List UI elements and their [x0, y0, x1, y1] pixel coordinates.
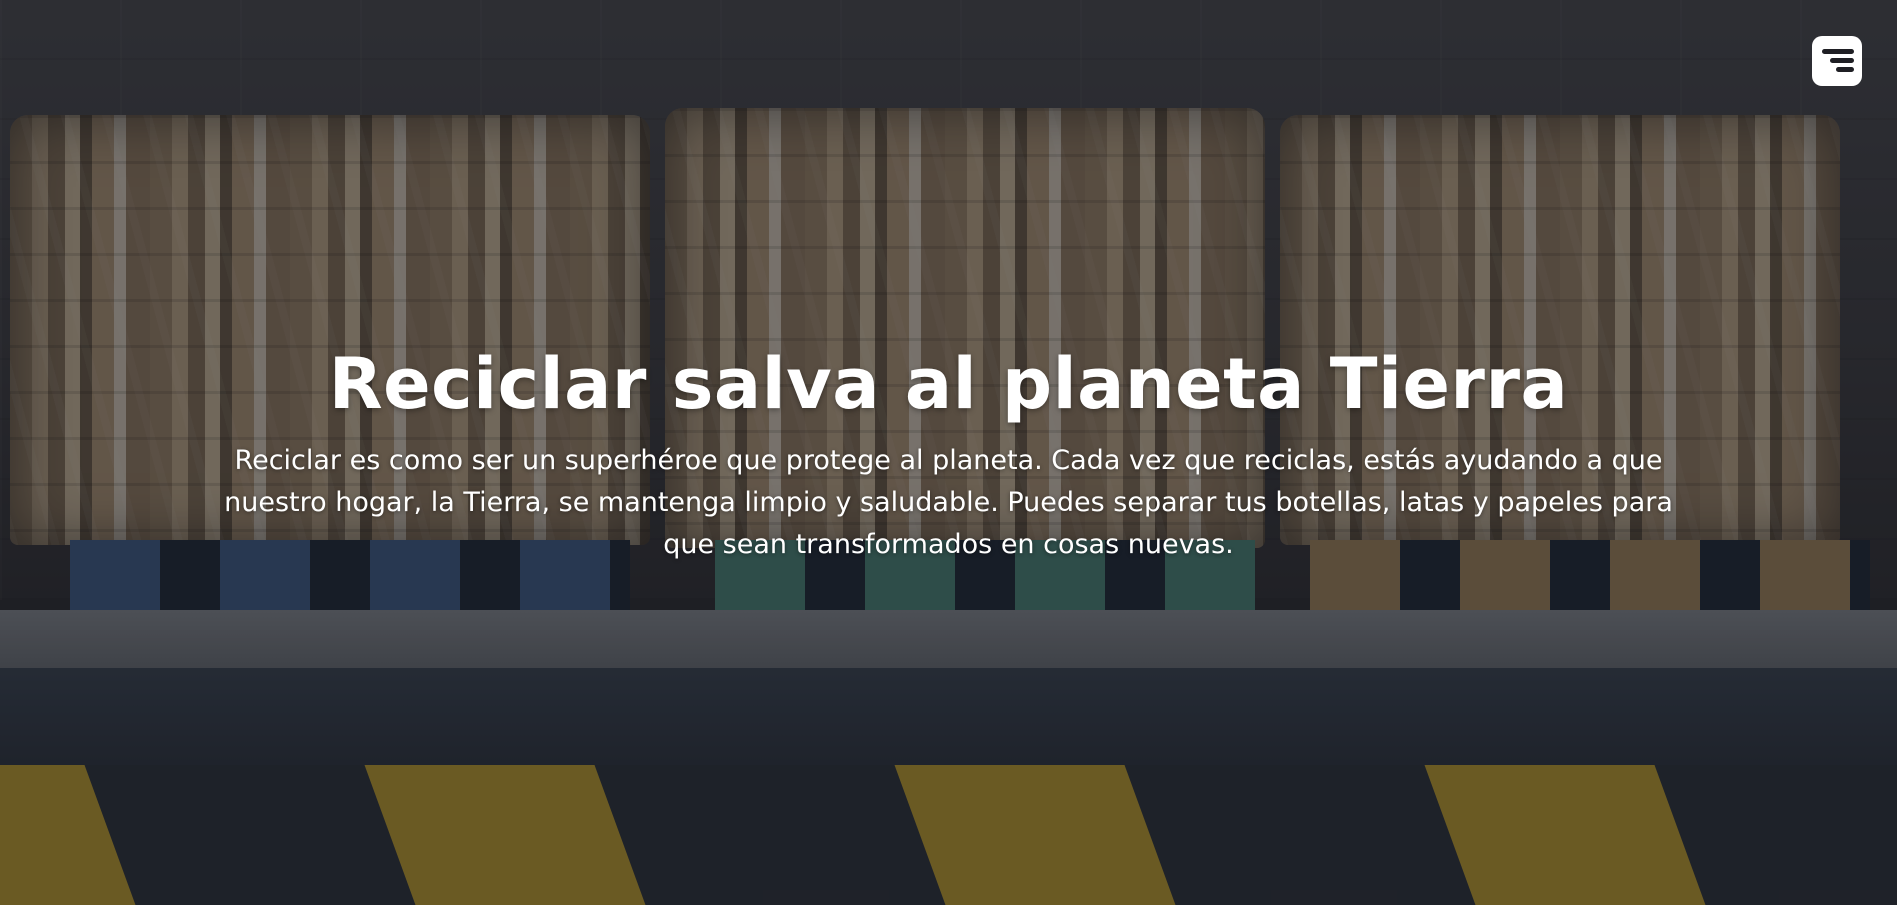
hero-description: Reciclar es como ser un superhéroe que p…: [224, 445, 1673, 560]
hero-title: Reciclar salva al planeta Tierra: [328, 343, 1569, 425]
hero-section: Reciclar salva al planeta Tierra Recicla…: [0, 0, 1897, 905]
menu-icon-bar: [1836, 67, 1854, 72]
menu-icon-bar: [1830, 58, 1854, 63]
menu-icon-bar: [1822, 49, 1854, 54]
hero-content: Reciclar salva al planeta Tierra Recicla…: [0, 340, 1897, 566]
menu-button[interactable]: [1812, 36, 1862, 86]
